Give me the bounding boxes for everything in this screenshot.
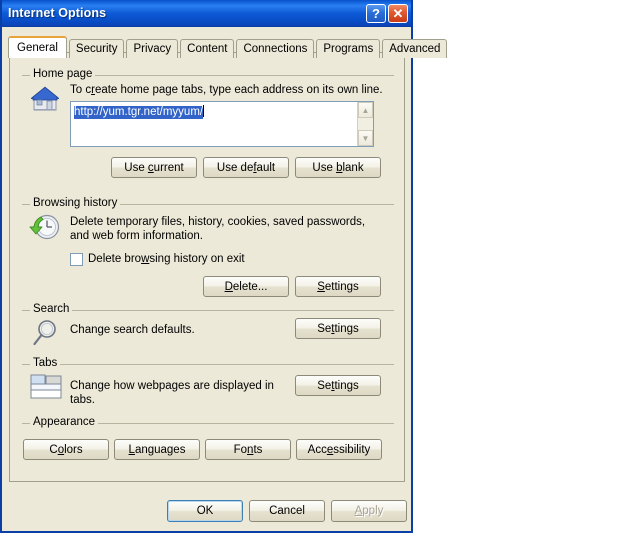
btn-pre: C	[49, 443, 58, 456]
browser-tabs-icon	[30, 373, 64, 401]
hp-desc-post: eate home page tabs, type each address o…	[94, 84, 383, 96]
browsing-history-description: Delete temporary files, history, cookies…	[70, 215, 390, 243]
tabs-settings-button[interactable]: Settings	[295, 375, 381, 396]
title-bar: Internet Options ? ✕	[2, 0, 411, 27]
home-page-url-value: http://yum.tgr.net/myyum/	[74, 106, 204, 119]
tab-content[interactable]: Content	[180, 39, 235, 58]
tab-privacy[interactable]: Privacy	[126, 39, 179, 58]
scroll-up-icon[interactable]: ▲	[358, 102, 373, 118]
btn-post: urrent	[153, 161, 184, 174]
delete-button[interactable]: Delete...	[203, 276, 289, 297]
search-settings-button[interactable]: Settings	[295, 318, 381, 339]
general-tab-page: Home page To create home page tabs, type…	[9, 52, 405, 482]
btn-post: tings	[334, 379, 359, 392]
dialog-footer: OK Cancel Apply	[2, 494, 411, 533]
window-title: Internet Options	[8, 6, 107, 20]
languages-button[interactable]: Languages	[114, 439, 200, 460]
btn-post: ts	[253, 443, 263, 456]
browsing-history-group-label: Browsing history	[30, 197, 121, 209]
fonts-button[interactable]: Fonts	[205, 439, 291, 460]
home-page-url-text[interactable]: http://yum.tgr.net/myyum/	[71, 102, 357, 146]
home-page-group-label: Home page	[30, 68, 96, 80]
btn-post: elete...	[232, 280, 268, 293]
delete-browsing-history-on-exit-checkbox[interactable]	[70, 252, 83, 266]
tabs-group-label: Tabs	[30, 357, 61, 369]
btn-pre: Acc	[307, 443, 327, 456]
bh-desc-line2: and web form information.	[70, 230, 203, 242]
tabs-desc-line2: tabs.	[70, 394, 95, 406]
bh-desc-line1: Delete temporary files, history, cookies…	[70, 216, 366, 228]
tab-programs[interactable]: Programs	[316, 39, 381, 58]
home-page-url-textarea[interactable]: http://yum.tgr.net/myyum/ ▲ ▼	[70, 101, 374, 147]
tab-strip: General Security Privacy Content Connect…	[8, 36, 448, 58]
btn-post: lank	[342, 161, 364, 174]
tab-advanced[interactable]: Advanced	[382, 39, 448, 58]
tabs-description: Change how webpages are displayed in tab…	[70, 379, 285, 407]
btn-pre: Use	[312, 161, 337, 174]
use-current-button[interactable]: Use current	[111, 157, 197, 178]
scroll-down-icon[interactable]: ▼	[358, 130, 373, 146]
accessibility-button[interactable]: Accessibility	[296, 439, 382, 460]
btn-post: tings	[334, 322, 359, 335]
clock-refresh-icon	[28, 211, 62, 243]
search-group-label: Search	[30, 303, 73, 315]
home-page-scrollbar[interactable]: ▲ ▼	[357, 102, 373, 146]
use-blank-button[interactable]: Use blank	[295, 157, 381, 178]
btn-pre: Use de	[216, 161, 254, 174]
cancel-button[interactable]: Cancel	[249, 500, 325, 522]
cb-post: sing history on exit	[149, 253, 245, 265]
ok-button[interactable]: OK	[167, 500, 243, 522]
text-caret	[203, 105, 205, 117]
apply-button: Apply	[331, 500, 407, 522]
btn-pre: Se	[317, 322, 332, 335]
tab-security[interactable]: Security	[68, 39, 125, 58]
btn-post: ault	[256, 161, 276, 174]
group-divider	[22, 364, 394, 365]
delete-browsing-history-on-exit-label: Delete browsing history on exit	[88, 252, 245, 266]
internet-options-dialog: Internet Options ? ✕ General Security Pr…	[0, 0, 448, 533]
hp-desc-pre: To c	[70, 84, 92, 96]
search-description: Change search defaults.	[70, 324, 195, 336]
appearance-group-label: Appearance	[30, 416, 99, 428]
btn-post: ssibility	[333, 443, 371, 456]
btn-pre: Se	[317, 379, 332, 392]
tabs-desc-line1: Change how webpages are displayed in	[70, 380, 274, 392]
colors-button[interactable]: Colors	[23, 439, 109, 460]
btn-pre: Fo	[233, 443, 248, 456]
group-divider	[22, 310, 394, 311]
btn-post: anguages	[134, 443, 186, 456]
delete-browsing-history-on-exit-row[interactable]: Delete browsing history on exit	[70, 252, 245, 266]
btn-pre: Use	[124, 161, 148, 174]
house-icon	[28, 82, 62, 114]
tab-general[interactable]: General	[8, 36, 67, 58]
use-default-button[interactable]: Use default	[203, 157, 289, 178]
btn-post: lors	[64, 443, 83, 456]
help-icon[interactable]: ?	[366, 3, 386, 23]
home-page-description: To create home page tabs, type each addr…	[70, 83, 390, 97]
tab-connections[interactable]: Connections	[236, 39, 315, 58]
close-icon[interactable]: ✕	[388, 3, 408, 23]
btn-post: pply	[362, 505, 384, 517]
cb-pre: Delete bro	[88, 253, 142, 265]
magnifier-icon	[30, 317, 62, 349]
btn-post: ettings	[324, 280, 359, 293]
history-settings-button[interactable]: Settings	[295, 276, 381, 297]
btn-accel: S	[317, 280, 325, 293]
btn-accel: D	[224, 280, 233, 293]
